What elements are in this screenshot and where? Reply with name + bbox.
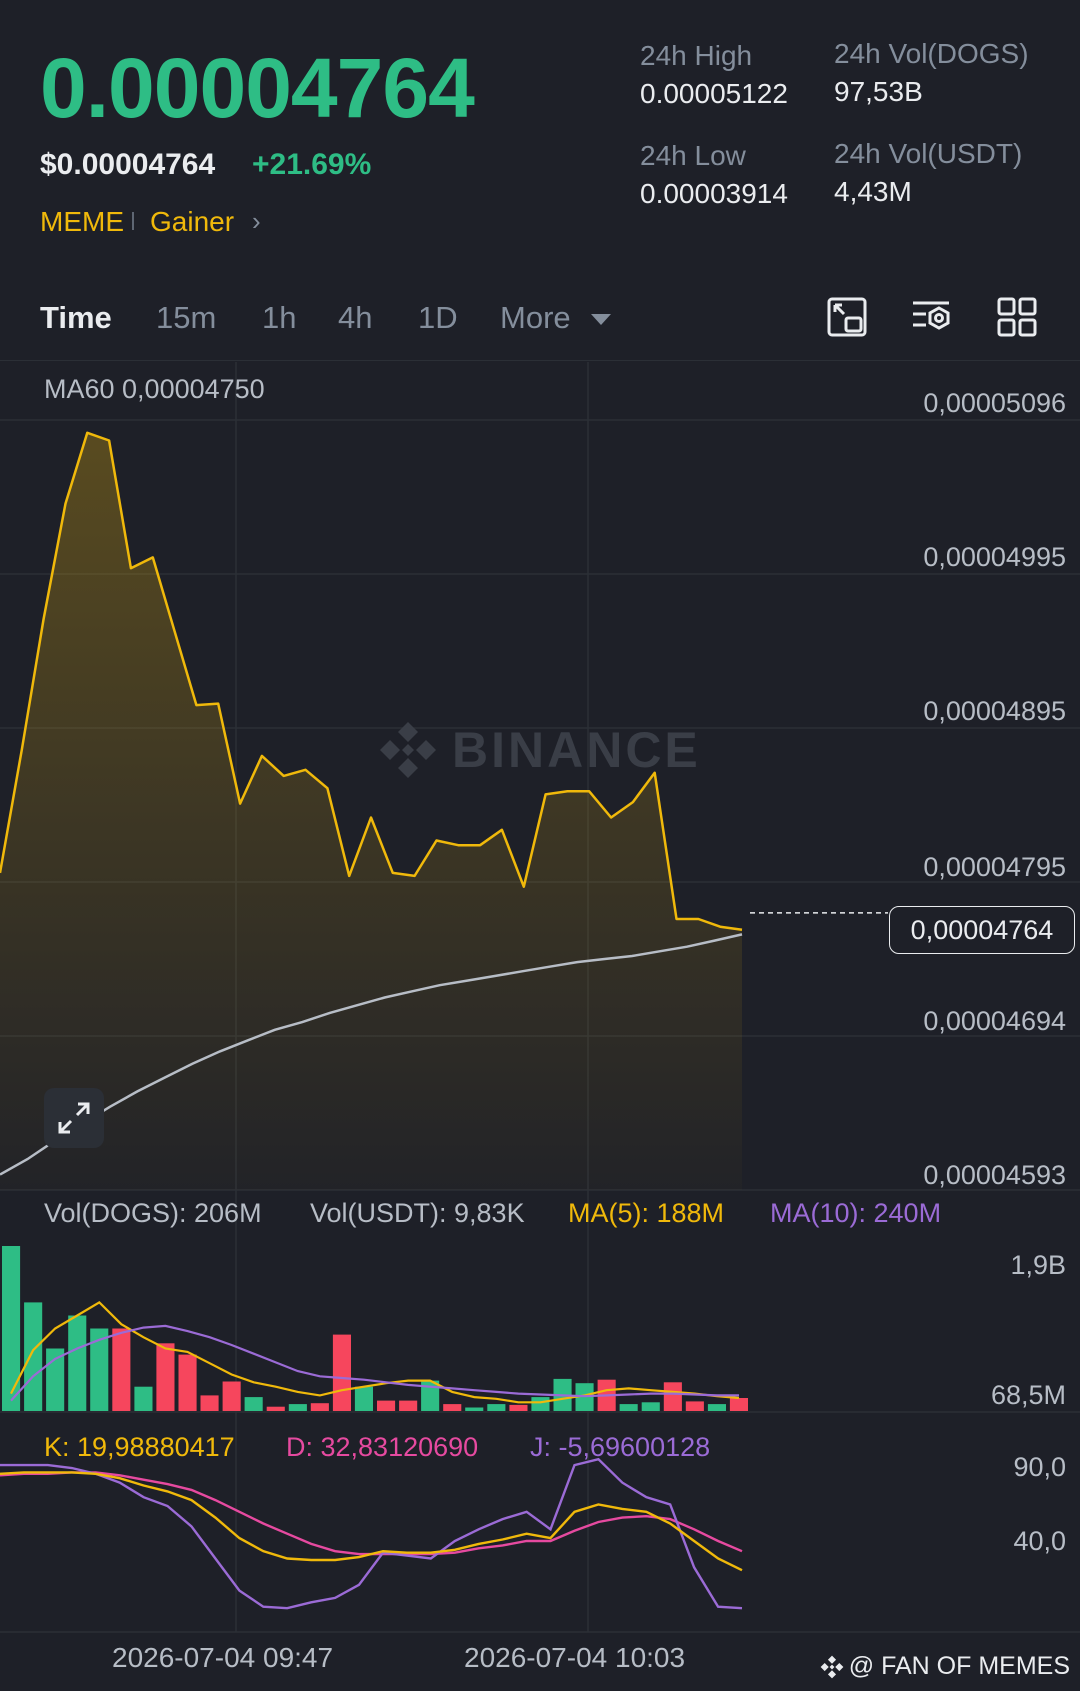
time-label: 2026-07-04 09:47 [112, 1642, 334, 1673]
volume-bar [178, 1354, 197, 1411]
kdj-j-readout: J: -5,69600128 [530, 1432, 711, 1462]
volume-bar [222, 1381, 241, 1411]
y-label: 0,00004694 [923, 1006, 1066, 1036]
volume-bar [68, 1315, 87, 1411]
kdj-j-line [0, 1457, 743, 1610]
kdj-d-readout: D: 32,83120690 [286, 1432, 479, 1462]
vol-quote-readout: Vol(USDT): 9,83K [310, 1198, 525, 1228]
volume-bar [443, 1404, 462, 1411]
volume-bar [112, 1328, 131, 1411]
volume-bar [200, 1395, 219, 1411]
volume-bar [641, 1402, 660, 1411]
volume-bar [399, 1400, 418, 1411]
volume-bar [156, 1343, 175, 1411]
volume-bar [663, 1382, 682, 1411]
time-label: 2026-07-04 10:03 [464, 1642, 686, 1673]
y-label: 0,00004895 [923, 696, 1066, 726]
volume-bar [354, 1386, 373, 1411]
watermark-credit: @ FAN OF MEMES [819, 1652, 1070, 1681]
volume-bar [288, 1404, 307, 1411]
ma60-label: MA60 0,00004750 [44, 374, 265, 404]
volume-bar [377, 1400, 396, 1411]
volume-bar [310, 1403, 329, 1411]
kdj-k-readout: K: 19,98880417 [44, 1432, 235, 1462]
binance-watermark: BINANCE [376, 718, 701, 782]
volume-bar [729, 1398, 748, 1411]
ma10-readout: MA(10): 240M [770, 1198, 942, 1228]
volume-bar [685, 1401, 704, 1411]
ma5-readout: MA(5): 188M [568, 1198, 725, 1228]
volume-bar [332, 1334, 351, 1411]
volume-bar [707, 1404, 726, 1411]
kdj-y-label: 90,0 [1013, 1452, 1066, 1482]
expand-icon [58, 1102, 90, 1134]
volume-bar [619, 1404, 638, 1411]
binance-logo-icon [380, 722, 436, 778]
volume-bar [465, 1407, 484, 1411]
volume-y-label: 1,9B [1010, 1250, 1066, 1280]
volume-bar [509, 1404, 528, 1411]
volume-bar [531, 1397, 550, 1411]
volume-bar [487, 1404, 506, 1411]
y-label: 0,00005096 [923, 388, 1066, 418]
volume-bar [244, 1397, 263, 1411]
y-label: 0,00004593 [923, 1160, 1066, 1190]
kdj-d-line [0, 1471, 743, 1556]
kdj-y-label: 40,0 [1013, 1526, 1066, 1556]
fullscreen-button[interactable] [44, 1088, 104, 1148]
binance-logo-icon [820, 1655, 844, 1678]
y-label: 0,00004795 [923, 852, 1066, 882]
volume-y-label: 68,5M [990, 1380, 1066, 1410]
watermark-text: BINANCE [452, 722, 701, 778]
volume-bar [2, 1246, 21, 1411]
volume-bar [266, 1406, 285, 1411]
y-label: 0,00004995 [923, 542, 1066, 572]
volume-bar [134, 1386, 153, 1411]
vol-base-readout: Vol(DOGS): 206M [44, 1198, 262, 1228]
price-area-fill [0, 432, 742, 1190]
volume-bar [24, 1302, 43, 1411]
current-price-label: 0,00004764 [889, 906, 1075, 954]
credit-text: @ FAN OF MEMES [848, 1652, 1070, 1680]
